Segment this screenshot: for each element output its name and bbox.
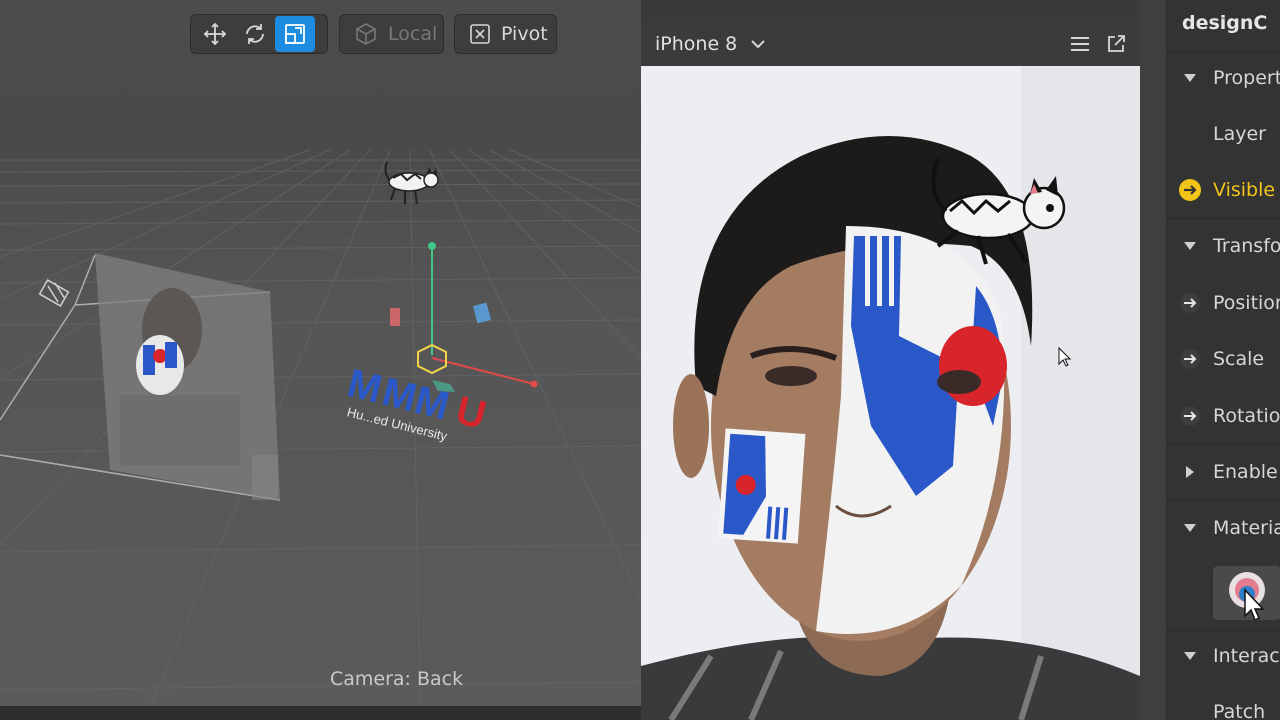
divider bbox=[1167, 500, 1280, 501]
layer-label: Layer bbox=[1213, 123, 1266, 145]
pivot-label: Pivot bbox=[501, 23, 548, 45]
triangle-down-icon bbox=[1184, 652, 1196, 660]
local-label: Local bbox=[388, 23, 438, 45]
move-tool-button[interactable] bbox=[195, 16, 235, 52]
arrow-circle-icon[interactable] bbox=[1179, 348, 1201, 370]
scale-tool-button[interactable] bbox=[275, 16, 315, 52]
transform-label: Transfo bbox=[1213, 235, 1280, 257]
cube-icon bbox=[356, 23, 376, 45]
interactions-section[interactable]: Interact bbox=[1167, 636, 1280, 676]
transform-tools bbox=[190, 14, 328, 54]
divider bbox=[1167, 52, 1280, 53]
viewport-grid: M MM U Hu...ed University bbox=[0, 149, 641, 706]
move-icon bbox=[203, 22, 227, 46]
visible-label: Visible bbox=[1213, 179, 1276, 201]
divider bbox=[1167, 444, 1280, 445]
local-toggle[interactable]: Local bbox=[339, 14, 444, 54]
materials-label: Materia bbox=[1213, 517, 1280, 539]
scale-row[interactable]: Scale bbox=[1167, 339, 1280, 379]
transform-section[interactable]: Transfo bbox=[1167, 226, 1280, 266]
scale-label: Scale bbox=[1213, 348, 1265, 370]
enable-section[interactable]: Enable bbox=[1167, 452, 1280, 492]
cheek-sticker bbox=[717, 428, 806, 544]
patch-label: Patch bbox=[1213, 701, 1266, 720]
enable-label: Enable bbox=[1213, 461, 1278, 483]
scale-icon bbox=[285, 24, 305, 44]
app-window: M MM U Hu...ed University Local Pivot Ca… bbox=[0, 0, 1280, 720]
viewport-status-bar bbox=[0, 706, 641, 720]
cat-sprite-viewport bbox=[384, 161, 439, 205]
divider bbox=[1167, 630, 1280, 631]
rotate-tool-button[interactable] bbox=[235, 16, 275, 52]
position-row[interactable]: Position bbox=[1167, 283, 1280, 323]
arrow-circle-icon[interactable] bbox=[1179, 405, 1201, 427]
triangle-down-icon bbox=[1184, 74, 1196, 82]
triangle-down-icon bbox=[1184, 242, 1196, 250]
triangle-down-icon bbox=[1184, 524, 1196, 532]
materials-section[interactable]: Materia bbox=[1167, 508, 1280, 548]
inspector-panel: designC Propert Layer Visible Transfo Po… bbox=[1166, 0, 1280, 720]
interactions-label: Interact bbox=[1213, 645, 1280, 667]
material-thumbnail[interactable] bbox=[1213, 566, 1280, 622]
visible-row[interactable]: Visible bbox=[1167, 170, 1280, 210]
inspector-title: designC bbox=[1182, 12, 1268, 34]
svg-text:U: U bbox=[452, 388, 491, 438]
divider bbox=[1167, 218, 1280, 219]
camera-feed bbox=[641, 66, 1140, 720]
popout-icon[interactable] bbox=[1106, 34, 1126, 54]
position-label: Position bbox=[1213, 292, 1280, 314]
rotation-row[interactable]: Rotation bbox=[1167, 396, 1280, 436]
camera-label: Camera: Back bbox=[330, 668, 464, 690]
pivot-toggle[interactable]: Pivot bbox=[454, 14, 557, 54]
properties-section[interactable]: Propert bbox=[1167, 58, 1280, 98]
material-sphere-icon bbox=[1229, 572, 1265, 622]
layer-row[interactable]: Layer bbox=[1167, 114, 1280, 154]
triangle-right-icon bbox=[1186, 466, 1194, 478]
patch-row[interactable]: Patch bbox=[1167, 692, 1280, 720]
rotation-label: Rotation bbox=[1213, 405, 1280, 427]
pivot-box-icon bbox=[470, 24, 490, 44]
rotate-icon bbox=[246, 24, 264, 44]
menu-icon[interactable] bbox=[1070, 36, 1090, 52]
arrow-circle-yellow-icon[interactable] bbox=[1178, 178, 1202, 202]
scene-viewport[interactable]: M MM U Hu...ed University Local Pivot Ca… bbox=[0, 0, 641, 706]
simulator-header: iPhone 8 bbox=[641, 22, 1140, 66]
arrow-circle-icon[interactable] bbox=[1179, 292, 1201, 314]
camera-gizmo-icon bbox=[38, 279, 70, 307]
chevron-down-icon bbox=[751, 40, 765, 49]
panel-gutter bbox=[1140, 0, 1166, 720]
simulator-preview[interactable] bbox=[641, 66, 1140, 720]
device-name: iPhone 8 bbox=[655, 33, 738, 55]
device-selector[interactable]: iPhone 8 bbox=[655, 33, 765, 55]
properties-label: Propert bbox=[1213, 67, 1280, 89]
